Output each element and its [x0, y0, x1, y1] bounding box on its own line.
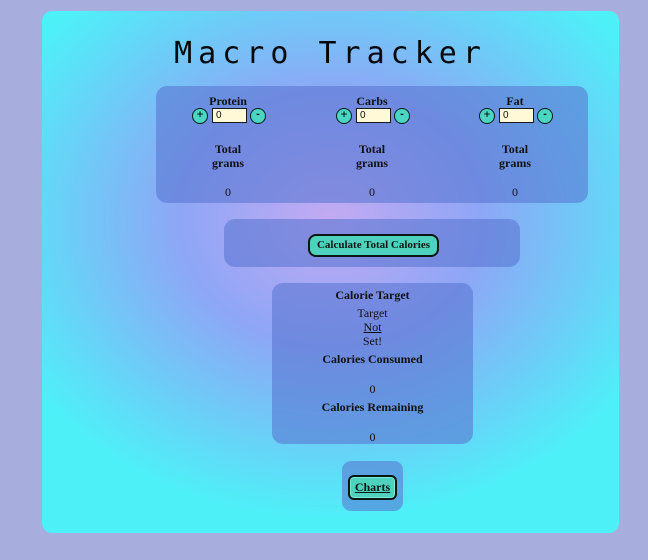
carbs-plus-button[interactable]: +	[336, 108, 352, 124]
fat-total-label-line2: grams	[499, 156, 531, 170]
protein-total-value: 0	[225, 185, 231, 199]
macro-fat: Fat + 0 - Total grams 0	[465, 86, 565, 203]
set-target-link[interactable]: Not	[364, 320, 382, 334]
protein-total-label-line2: grams	[212, 156, 244, 170]
fat-total-label-line1: Total	[501, 142, 529, 156]
app-title: Macro Tracker	[174, 36, 487, 71]
macro-protein: Protein + 0 - Total grams 0	[178, 86, 278, 203]
macro-name-protein: Protein	[209, 94, 247, 108]
fat-minus-button[interactable]: -	[537, 108, 553, 124]
calories-panel: Calorie Target Target Not Set! Calories …	[272, 283, 473, 444]
carbs-input[interactable]: 0	[356, 108, 391, 123]
carbs-minus-button[interactable]: -	[394, 108, 410, 124]
charts-panel: Charts	[342, 461, 403, 511]
fat-input[interactable]: 0	[499, 108, 534, 123]
macro-name-fat: Fat	[506, 94, 524, 108]
protein-stepper: + 0 -	[192, 107, 266, 125]
charts-button[interactable]: Charts	[348, 475, 397, 500]
fat-total-label: Total grams	[465, 142, 565, 170]
macro-carbs: Carbs + 0 - Total grams 0	[322, 86, 422, 203]
fat-total-value: 0	[512, 185, 518, 199]
protein-minus-button[interactable]: -	[250, 108, 266, 124]
carbs-total-label: Total grams	[322, 142, 422, 170]
calorie-target-heading: Calorie Target	[335, 288, 410, 302]
fat-plus-button[interactable]: +	[479, 108, 495, 124]
macro-name-carbs: Carbs	[356, 94, 388, 108]
calculate-panel: Calculate Total Calories	[224, 219, 520, 267]
protein-total-label: Total grams	[178, 142, 278, 170]
protein-plus-button[interactable]: +	[192, 108, 208, 124]
target-status-line2: Not	[272, 320, 473, 334]
carbs-total-value: 0	[369, 185, 375, 199]
carbs-stepper: + 0 -	[336, 107, 410, 125]
protein-total-label-line1: Total	[214, 142, 242, 156]
target-status-line3: Set!	[362, 334, 383, 348]
target-status-line1: Target	[357, 306, 388, 320]
fat-stepper: + 0 -	[479, 107, 553, 125]
calories-remaining-heading: Calories Remaining	[321, 400, 424, 414]
carbs-total-label-line2: grams	[356, 156, 388, 170]
calories-consumed-heading: Calories Consumed	[322, 352, 423, 366]
calories-remaining-value: 0	[369, 430, 376, 444]
calories-consumed-value: 0	[369, 382, 376, 396]
protein-input[interactable]: 0	[212, 108, 247, 123]
macros-panel: Protein + 0 - Total grams 0 Carbs + 0 - …	[156, 86, 588, 203]
carbs-total-label-line1: Total	[358, 142, 386, 156]
calculate-calories-button[interactable]: Calculate Total Calories	[308, 234, 439, 257]
tracker-card: Macro Tracker Protein + 0 - Total grams …	[42, 11, 619, 533]
